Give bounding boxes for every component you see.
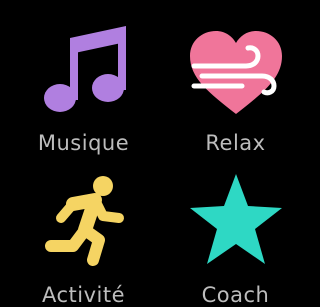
app-label-activite: Activité (41, 283, 126, 307)
app-tile-relax[interactable]: Relax (160, 0, 311, 155)
app-tile-coach[interactable]: Coach (160, 152, 311, 307)
star-icon (189, 174, 282, 264)
music-note-icon (43, 26, 126, 112)
heart-breathe-icon (189, 31, 282, 114)
app-tile-musique[interactable]: Musique (8, 0, 159, 155)
app-grid: Musique Relax Activité Coach (0, 0, 302, 307)
app-tile-activite[interactable]: Activité (8, 152, 159, 307)
app-label-coach: Coach (201, 283, 270, 307)
running-person-icon (44, 176, 124, 266)
